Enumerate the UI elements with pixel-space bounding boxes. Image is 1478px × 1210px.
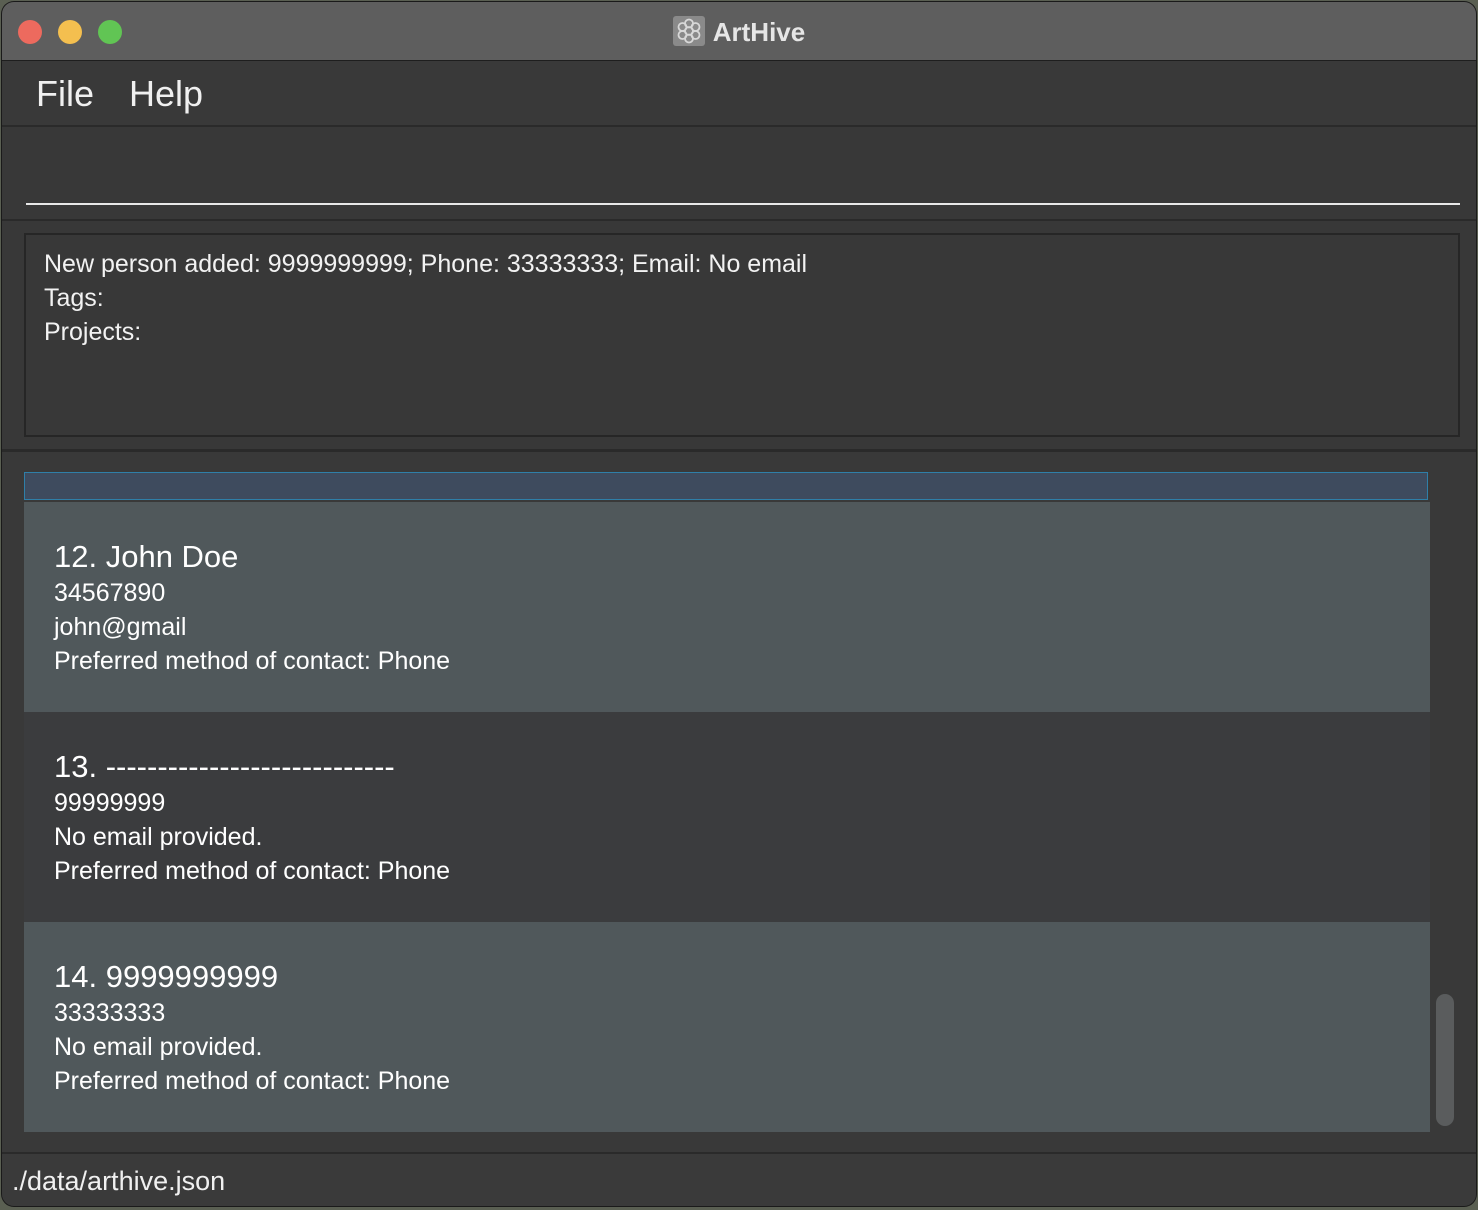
- person-preferred-contact: Preferred method of contact: Phone: [54, 1067, 451, 1095]
- result-line: Tags:: [44, 284, 104, 312]
- window-title-wrap: ArtHive: [2, 16, 1476, 48]
- arthive-logo-icon: [672, 16, 705, 46]
- person-email: No email provided.: [54, 823, 263, 851]
- person-email: john@gmail: [54, 613, 187, 641]
- person-card[interactable]: 12. John Doe 34567890 john@gmail Preferr…: [24, 502, 1430, 712]
- list-scrollbar-thumb[interactable]: [1436, 994, 1454, 1126]
- selected-person-card-partial[interactable]: [24, 472, 1428, 500]
- status-bar: ./data/arthive.json: [2, 1152, 1476, 1206]
- result-display[interactable]: New person added: 9999999999; Phone: 333…: [24, 233, 1460, 437]
- menu-bar: File Help: [2, 61, 1476, 127]
- result-line: Projects:: [44, 318, 142, 346]
- menu-help[interactable]: Help: [129, 73, 203, 115]
- result-display-panel: New person added: 9999999999; Phone: 333…: [2, 221, 1476, 452]
- person-preferred-contact: Preferred method of contact: Phone: [54, 857, 451, 885]
- person-list-panel: 12. John Doe 34567890 john@gmail Preferr…: [2, 452, 1476, 1152]
- person-preferred-contact: Preferred method of contact: Phone: [54, 647, 451, 675]
- app-window: ArtHive File Help New person added: 9999…: [2, 2, 1476, 1206]
- person-name: 12. John Doe: [54, 539, 239, 574]
- data-file-path: ./data/arthive.json: [12, 1166, 226, 1196]
- person-phone: 34567890: [54, 579, 166, 607]
- person-phone: 33333333: [54, 999, 166, 1027]
- person-card[interactable]: 13. ---------------------------- 9999999…: [24, 712, 1430, 922]
- menu-file[interactable]: File: [36, 73, 94, 115]
- result-line: New person added: 9999999999; Phone: 333…: [44, 250, 808, 278]
- person-list[interactable]: 12. John Doe 34567890 john@gmail Preferr…: [24, 472, 1430, 1132]
- person-name: 14. 9999999999: [54, 959, 279, 994]
- person-name: 13. ----------------------------: [54, 749, 395, 784]
- command-box: [2, 127, 1476, 221]
- title-bar[interactable]: ArtHive: [2, 2, 1476, 61]
- person-card[interactable]: 14. 9999999999 33333333 No email provide…: [24, 922, 1430, 1132]
- window-title: ArtHive: [712, 17, 806, 47]
- command-input[interactable]: [26, 149, 1460, 205]
- person-phone: 99999999: [54, 789, 166, 817]
- person-email: No email provided.: [54, 1033, 263, 1061]
